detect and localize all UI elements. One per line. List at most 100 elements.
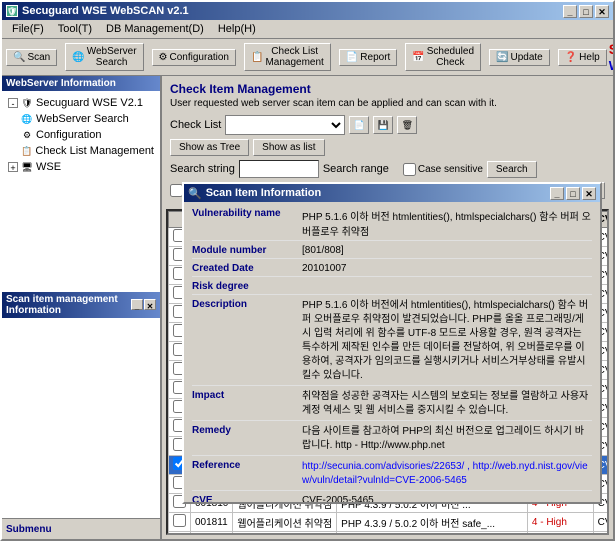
dialog-row-remedy: Remedy 다음 사이트를 참고하여 PHP의 최신 버전으로 업그레이드 하… <box>192 425 592 456</box>
search-string-label: Search string <box>170 163 235 175</box>
vuln-name-value: PHP 5.1.6 이하 버전 htmlentities(), htmlspec… <box>302 208 592 238</box>
tree-label-wse: WSE <box>36 161 61 173</box>
scan-info-content <box>2 318 160 519</box>
config-icon: ⚙ <box>159 52 168 63</box>
menu-help[interactable]: Help(H) <box>212 22 262 36</box>
row-checkbox-cell[interactable] <box>169 513 191 532</box>
row-item: PHP 4.3.10 / 5.0.3 이하 버전 php_handi... <box>337 532 528 536</box>
report-button[interactable]: 📄 Report <box>339 49 397 66</box>
risk-label: Risk degree <box>192 281 302 292</box>
panel-title: Check Item Management <box>170 82 605 96</box>
tree-label-root: Secuguard WSE V2.1 <box>36 97 143 109</box>
configuration-button[interactable]: ⚙ Configuration <box>152 49 236 66</box>
module-value: [801/808] <box>302 245 592 256</box>
menu-bar: File(F) Tool(T) DB Management(D) Help(H) <box>2 20 613 39</box>
checklist-del-btn[interactable]: 🗑 <box>397 116 417 134</box>
desc-value: PHP 5.1.6 이하 버전에서 htmlentities(), htmlsp… <box>302 299 592 383</box>
scan-button[interactable]: 🔍 Scan <box>6 49 57 66</box>
dialog-row-impact: Impact 취약점을 성공한 공격자는 시스템의 보호되는 정보를 열람하고 … <box>192 390 592 421</box>
sidebar-item-checklist[interactable]: 📋 Check List Management <box>6 143 156 159</box>
webserver-search-button[interactable]: 🌐 WebServer Search <box>65 43 143 71</box>
main-window: 🛡 Secuguard WSE WebSCAN v2.1 _ □ ✕ File(… <box>0 0 615 541</box>
scan-info-close[interactable]: ✕ <box>144 299 156 310</box>
reference-value: http://secunia.com/advisories/22653/ , h… <box>302 460 592 488</box>
row-cve: CVE-2005-0524 <box>593 532 609 536</box>
sidebar-item-root[interactable]: - 🛡 Secuguard WSE V2.1 <box>6 95 156 111</box>
show-as-tree-btn[interactable]: Show as Tree <box>170 139 249 156</box>
checklist-save-btn[interactable]: 💾 <box>373 116 393 134</box>
dialog-icon: 🔍 <box>188 187 202 200</box>
dialog-row-cve: CVE CVE-2005-5465 <box>192 495 592 502</box>
report-icon: 📄 <box>346 52 358 63</box>
update-button[interactable]: 🔄 Update <box>489 49 550 66</box>
dialog-maximize-btn[interactable]: □ <box>566 187 580 200</box>
reference-label: Reference <box>192 460 302 488</box>
impact-value: 취약점을 성공한 공격자는 시스템의 보호되는 정보를 열람하고 사용자 계정 … <box>302 390 592 418</box>
sidebar-item-wse[interactable]: + 🖥 WSE <box>6 159 156 175</box>
row-checkbox[interactable] <box>173 533 186 535</box>
vuln-name-label: Vulnerability name <box>192 208 302 238</box>
table-row[interactable]: 001812 웹어플리케이션 취약점 PHP 4.3.10 / 5.0.3 이하… <box>169 532 610 536</box>
window-title: Secuguard WSE WebSCAN v2.1 <box>22 5 189 17</box>
app-logo: Secuguard WebSCAN <box>609 41 615 73</box>
scan-info-header: Scan item management Information _ ✕ <box>2 292 160 318</box>
menu-file[interactable]: File(F) <box>6 22 50 36</box>
submenu-label: Submenu <box>6 524 52 535</box>
scheduled-check-button[interactable]: 📅 Scheduled Check <box>405 43 481 71</box>
root-icon: 🛡 <box>20 96 34 110</box>
menu-tool[interactable]: Tool(T) <box>52 22 98 36</box>
menu-db[interactable]: DB Management(D) <box>100 22 210 36</box>
help-icon: ❓ <box>565 52 577 63</box>
toolbar: 🔍 Scan 🌐 WebServer Search ⚙ Configuratio… <box>2 39 613 76</box>
scan-info-minimize[interactable]: _ <box>131 299 143 310</box>
case-sensitive-checkbox[interactable] <box>403 163 416 176</box>
maximize-button[interactable]: □ <box>579 5 593 18</box>
tree-label-checklist: Check List Management <box>35 145 154 157</box>
checklist-icon: 📋 <box>251 52 263 63</box>
dialog-title: Scan Item Information <box>206 187 322 199</box>
table-row[interactable]: 001811 웹어플리케이션 취약점 PHP 4.3.9 / 5.0.2 이하 … <box>169 513 610 532</box>
dialog-title-bar: 🔍 Scan Item Information _ □ ✕ <box>184 184 600 202</box>
sidebar-item-webscan[interactable]: 🌐 WebServer Search <box>6 111 156 127</box>
minimize-button[interactable]: _ <box>563 5 577 18</box>
wse-icon: 🖥 <box>20 160 34 174</box>
row-risk: 2 - Low <box>527 532 593 536</box>
help-button[interactable]: ❓ Help <box>558 49 607 66</box>
tree-list-row: Show as Tree Show as list <box>170 139 605 156</box>
checklist-select[interactable] <box>225 115 345 135</box>
dialog-close-btn[interactable]: ✕ <box>582 187 596 200</box>
tree-expand-wse[interactable]: + <box>8 162 18 172</box>
checklist-mgmt-button[interactable]: 📋 Check List Management <box>244 43 331 71</box>
tree-expand-root[interactable]: - <box>8 98 18 108</box>
close-button[interactable]: ✕ <box>595 5 609 18</box>
dialog-minimize-btn[interactable]: _ <box>550 187 564 200</box>
dialog-row-vuln-name: Vulnerability name PHP 5.1.6 이하 버전 htmle… <box>192 208 592 241</box>
sidebar-item-config[interactable]: ⚙ Configuration <box>6 127 156 143</box>
show-as-list-btn[interactable]: Show as list <box>253 139 324 156</box>
search-input[interactable] <box>239 160 319 178</box>
tree-label-webscan: WebServer Search <box>36 113 129 125</box>
scan-item-info-dialog: 🔍 Scan Item Information _ □ ✕ Vulnerabil… <box>182 182 602 504</box>
checklist-new-btn[interactable]: 📄 <box>349 116 369 134</box>
sidebar-header: WebServer Information <box>2 76 160 91</box>
row-cve: CVE-2004-1063 <box>593 513 609 532</box>
scan-icon: 🔍 <box>13 52 25 63</box>
checklist-tree-icon: 📋 <box>20 144 33 158</box>
cve-dialog-value: CVE-2005-5465 <box>302 495 592 502</box>
case-sensitive-label[interactable]: Case sensitive <box>403 163 483 176</box>
tree-label-config: Configuration <box>36 129 101 141</box>
created-value: 20101007 <box>302 263 592 274</box>
search-button[interactable]: Search <box>487 161 537 178</box>
webscan-icon: 🌐 <box>20 112 34 126</box>
dialog-row-risk: Risk degree <box>192 281 592 295</box>
sidebar: WebServer Information - 🛡 Secuguard WSE … <box>2 76 162 539</box>
row-checkbox-cell[interactable] <box>169 532 191 536</box>
remedy-label: Remedy <box>192 425 302 453</box>
submenu-area: Submenu <box>2 518 160 539</box>
dialog-row-module: Module number [801/808] <box>192 245 592 259</box>
app-icon: 🛡 <box>6 5 18 17</box>
created-label: Created Date <box>192 263 302 274</box>
dialog-icon-title: 🔍 Scan Item Information <box>188 187 321 200</box>
row-checkbox[interactable] <box>173 514 186 527</box>
dialog-row-desc: Description PHP 5.1.6 이하 버전에서 htmlentiti… <box>192 299 592 386</box>
